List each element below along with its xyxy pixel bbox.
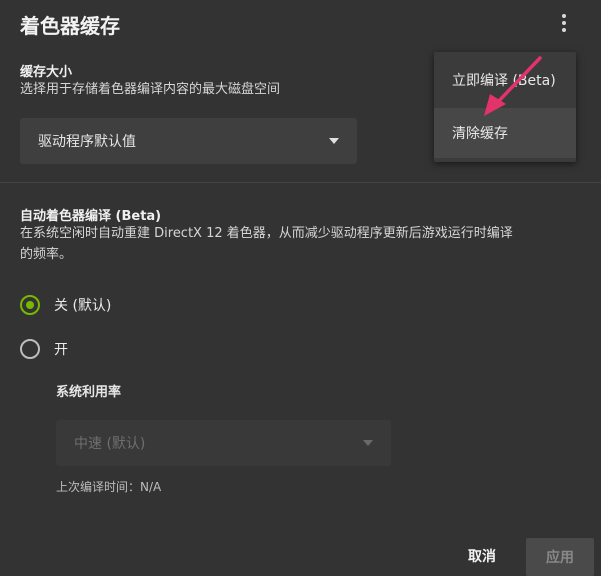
cancel-button[interactable]: 取消	[452, 538, 512, 574]
caret-down-icon	[363, 440, 373, 446]
cache-size-description: 选择用于存储着色器编译内容的最大磁盘空间	[20, 82, 281, 97]
last-compile-time: 上次编译时间：N/A	[56, 480, 162, 494]
more-vert-icon	[562, 14, 566, 18]
radio-unchecked-icon	[20, 339, 40, 359]
auto-compile-description-2: 的频率。	[20, 247, 73, 262]
page-title: 着色器缓存	[20, 14, 120, 38]
menu-item-compile-now[interactable]: 立即编译 (Beta)	[434, 55, 576, 105]
menu-item-clear-cache[interactable]: 清除缓存	[434, 108, 576, 158]
section-divider	[0, 182, 601, 183]
radio-option-off[interactable]: 关 (默认)	[20, 295, 111, 315]
radio-label-on: 开	[54, 342, 68, 358]
radio-option-on[interactable]: 开	[20, 339, 68, 359]
utilization-title: 系统利用率	[56, 385, 122, 400]
caret-down-icon	[329, 138, 339, 144]
auto-compile-description-1: 在系统空闲时自动重建 DirectX 12 着色器，从而减少驱动程序更新后游戏运…	[20, 226, 513, 241]
more-options-button[interactable]	[555, 12, 573, 34]
auto-compile-title: 自动着色器编译 (Beta)	[20, 209, 162, 224]
radio-checked-icon	[20, 295, 40, 315]
utilization-value: 中速 (默认)	[74, 436, 146, 452]
overflow-menu: 立即编译 (Beta) 清除缓存	[434, 52, 576, 162]
cache-size-title: 缓存大小	[20, 65, 73, 80]
apply-button[interactable]: 应用	[526, 538, 594, 576]
cache-size-select[interactable]: 驱动程序默认值	[20, 118, 357, 164]
radio-label-off: 关 (默认)	[54, 298, 112, 314]
cache-size-value: 驱动程序默认值	[38, 134, 136, 150]
utilization-select: 中速 (默认)	[56, 420, 391, 466]
